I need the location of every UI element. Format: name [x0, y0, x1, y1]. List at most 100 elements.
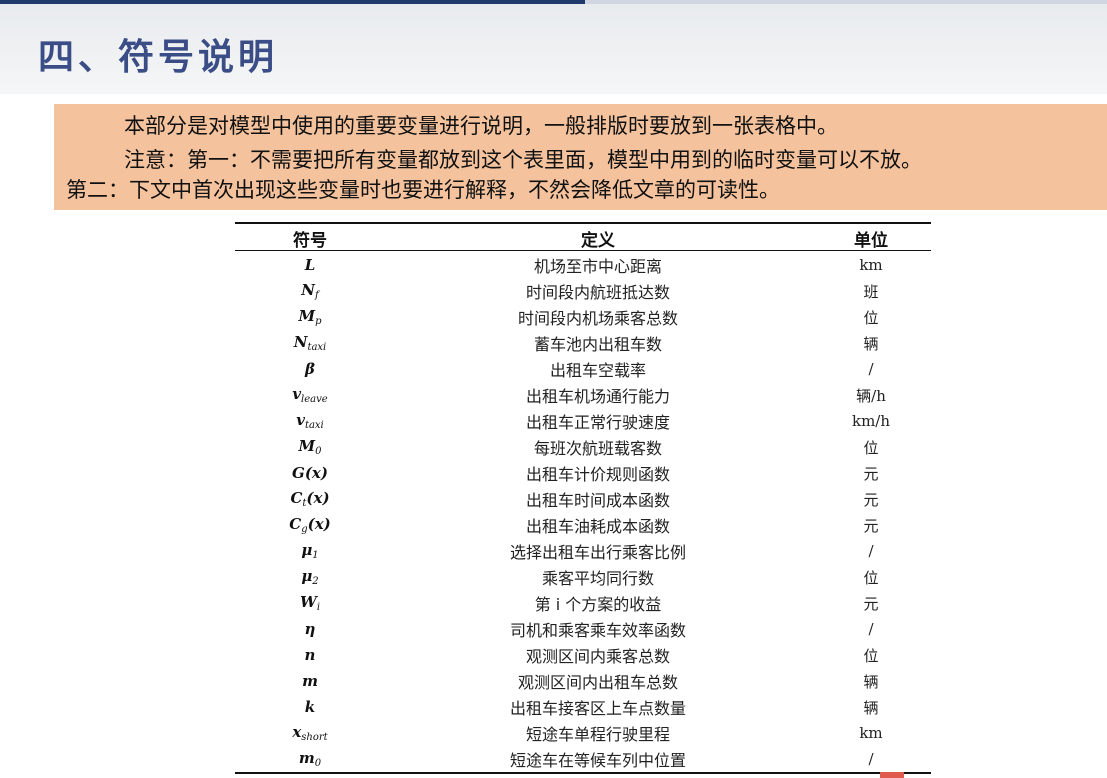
symbol-cell: vleave [235, 385, 385, 405]
definition-cell: 短途车单程行驶里程 [525, 725, 670, 744]
definition-cell: 乘客平均同行数 [541, 569, 654, 588]
unit-cell: / [868, 750, 874, 768]
table-row: μ2 乘客平均同行数 位 [235, 564, 931, 590]
unit-cell: km/h [851, 412, 891, 430]
unit-cell: 元 [863, 464, 879, 483]
symbol-cell: k [235, 698, 385, 716]
unit-cell: 辆 [863, 698, 879, 717]
definition-cell: 出租车空载率 [549, 361, 646, 380]
red-marker [880, 772, 904, 778]
symbol-cell: L [235, 256, 385, 274]
definition-cell: 每班次航班载客数 [533, 439, 662, 458]
table-row: m0 短途车在等候车列中位置 / [235, 746, 931, 772]
definition-cell: 观测区间内出租车总数 [517, 673, 678, 692]
symbol-subscript: taxi [304, 420, 324, 431]
symbol-cell: Mp [235, 307, 385, 327]
unit-cell: / [868, 620, 874, 638]
definition-cell: 出租车油耗成本函数 [525, 517, 670, 536]
definition-cell: 出租车接客区上车点数量 [509, 699, 686, 718]
header-definition: 定义 [581, 230, 615, 251]
unit-cell: 辆/h [856, 386, 886, 405]
symbol-subscript: leave [301, 394, 328, 405]
table-bottom-rule [235, 772, 931, 774]
note-line-2: 注意：第一：不需要把所有变量都放到这个表里面，模型中用到的临时变量可以不放。 [124, 148, 922, 172]
definition-cell: 出租车时间成本函数 [525, 491, 670, 510]
symbol-main: n [304, 646, 316, 664]
symbol-cell: μ1 [235, 541, 385, 561]
definition-cell: 出租车机场通行能力 [525, 387, 670, 406]
table-row: n 观测区间内乘客总数 位 [235, 642, 931, 668]
note-line-3: 第二：下文中首次出现这些变量时也要进行解释，不然会降低文章的可读性。 [66, 178, 780, 202]
symbol-main: m [302, 672, 318, 690]
symbol-main: μ [301, 541, 313, 559]
table-row: β 出租车空载率 / [235, 356, 931, 382]
table-row: Cg(x) 出租车油耗成本函数 元 [235, 512, 931, 538]
table-row: M0 每班次航班载客数 位 [235, 434, 931, 460]
unit-cell: 辆 [863, 334, 879, 353]
symbol-subscript: 0 [315, 446, 322, 457]
symbol-main: N [293, 333, 308, 351]
symbol-cell: μ2 [235, 567, 385, 587]
symbol-cell: vtaxi [235, 411, 385, 431]
unit-cell: 辆 [863, 672, 879, 691]
symbol-subscript: 2 [312, 576, 319, 587]
symbol-main: W [299, 593, 317, 611]
unit-cell: 元 [863, 516, 879, 535]
symbol-main: β [305, 360, 315, 378]
definition-cell: 机场至市中心距离 [533, 257, 662, 276]
unit-cell: km [859, 256, 883, 274]
table-row: xshort 短途车单程行驶里程 km [235, 720, 931, 746]
table-row: μ1 选择出租车出行乘客比例 / [235, 538, 931, 564]
table-row: k 出租车接客区上车点数量 辆 [235, 694, 931, 720]
header-symbol: 符号 [293, 230, 327, 251]
symbol-cell: η [235, 620, 385, 638]
definition-cell: 出租车正常行驶速度 [525, 413, 670, 432]
table-row: Ntaxi 蓄车池内出租车数 辆 [235, 330, 931, 356]
table-row: Nf 时间段内航班抵达数 班 [235, 278, 931, 304]
symbol-main: M [298, 307, 316, 325]
symbol-main: v [296, 411, 305, 429]
unit-cell: 元 [863, 594, 879, 613]
header-unit: 单位 [854, 230, 888, 251]
symbol-main: N [301, 281, 315, 299]
symbol-main: x [292, 723, 302, 741]
unit-cell: 位 [863, 308, 879, 327]
unit-cell: 位 [863, 568, 879, 587]
symbol-main: m [298, 749, 315, 767]
symbol-subscript: short [301, 732, 328, 743]
unit-cell: 位 [863, 646, 879, 665]
symbol-main: μ [301, 567, 313, 585]
symbol-subscript: i [316, 602, 321, 613]
table-row: G(x) 出租车计价规则函数 元 [235, 460, 931, 486]
definition-cell: 观测区间内乘客总数 [525, 647, 670, 666]
table-row: L 机场至市中心距离 km [235, 252, 931, 278]
unit-cell: km [859, 724, 883, 742]
symbol-cell: Cg(x) [235, 515, 385, 535]
symbol-cell: β [235, 360, 385, 378]
note-box: 本部分是对模型中使用的重要变量进行说明，一般排版时要放到一张表格中。 注意：第一… [54, 104, 1107, 210]
definition-cell: 出租车计价规则函数 [525, 465, 670, 484]
definition-cell: 短途车在等候车列中位置 [509, 751, 686, 770]
unit-cell: 元 [863, 490, 879, 509]
note-line-1: 本部分是对模型中使用的重要变量进行说明，一般排版时要放到一张表格中。 [124, 114, 838, 138]
symbol-cell: n [235, 646, 385, 664]
definition-cell: 时间段内机场乘客总数 [517, 309, 678, 328]
table-row: m 观测区间内出租车总数 辆 [235, 668, 931, 694]
table-top-rule [235, 222, 931, 224]
symbol-main: C [290, 489, 303, 507]
slide-header: 四、符号说明 [0, 4, 1107, 94]
symbol-main: L [304, 256, 316, 274]
unit-cell: / [868, 542, 874, 560]
symbol-cell: Ct(x) [235, 489, 385, 509]
symbol-argument: (x) [306, 489, 330, 507]
symbol-main: C [289, 515, 302, 533]
unit-cell: 位 [863, 438, 879, 457]
unit-cell: 班 [863, 282, 879, 301]
symbol-argument: (x) [307, 515, 331, 533]
definition-cell: 时间段内航班抵达数 [525, 283, 670, 302]
table-header-row: 符号 定义 单位 [235, 225, 931, 251]
table-row: η 司机和乘客乘车效率函数 / [235, 616, 931, 642]
symbol-main: G(x) [292, 464, 328, 482]
symbol-subscript: taxi [307, 342, 327, 353]
symbol-subscript: 0 [314, 758, 322, 769]
